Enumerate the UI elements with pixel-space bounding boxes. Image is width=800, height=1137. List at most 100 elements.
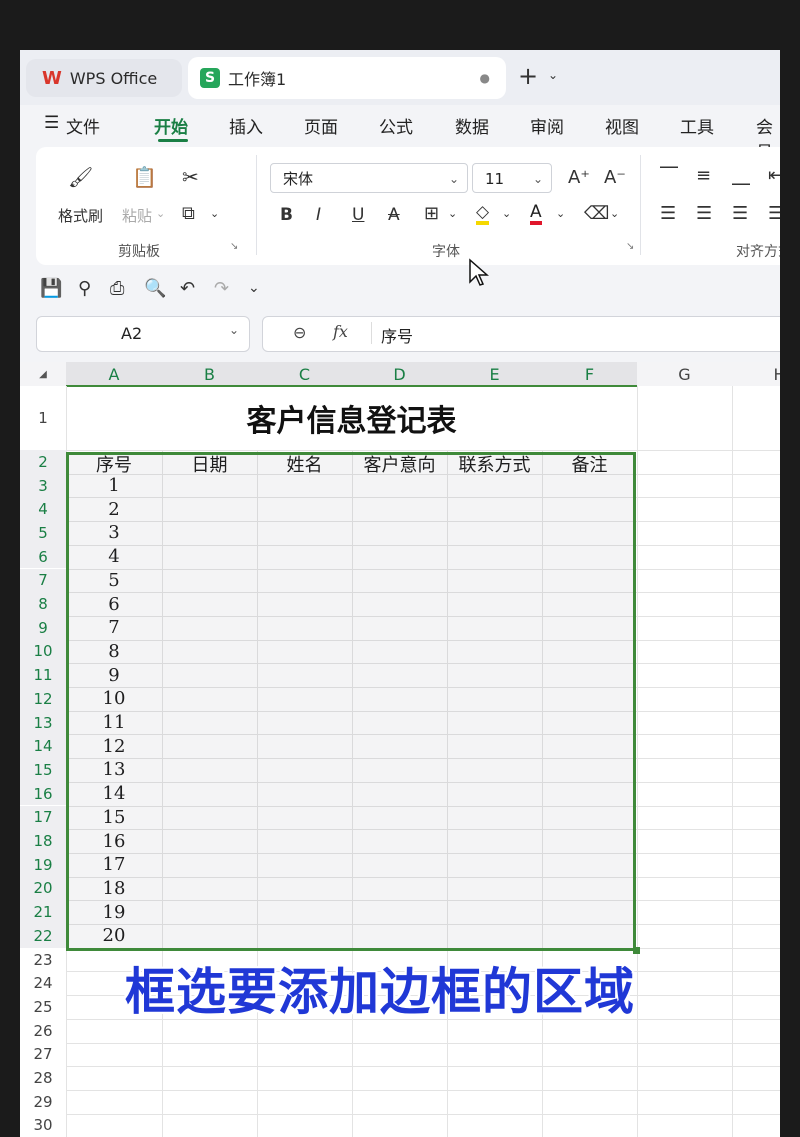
print-icon[interactable]: ⎙ bbox=[110, 278, 124, 299]
align-right-icon[interactable]: ☰ bbox=[732, 203, 748, 224]
chevron-down-icon[interactable]: ⌄ bbox=[556, 207, 565, 220]
row-header[interactable]: 30 bbox=[20, 1114, 66, 1137]
strikethrough-icon[interactable]: A bbox=[388, 205, 400, 225]
column-header-e[interactable]: E bbox=[447, 362, 542, 386]
spreadsheet-grid[interactable]: ◢ A B C D E F G H 1 2 3 4 5 6 7 8 9 10 11 12 13 14 15 1… bbox=[20, 362, 780, 1137]
column-header-f[interactable]: F bbox=[542, 362, 637, 386]
copy-chevron-icon[interactable]: ⌄ bbox=[210, 207, 219, 220]
font-launcher-icon[interactable]: ↘ bbox=[626, 241, 634, 252]
menu-formula[interactable]: 公式 bbox=[379, 113, 413, 138]
tab-workbook[interactable]: S 工作簿1 ● bbox=[188, 57, 506, 99]
format-painter-button[interactable]: 格式刷 bbox=[58, 205, 103, 226]
chevron-down-icon[interactable]: ⌄ bbox=[502, 207, 511, 220]
row-header[interactable]: 29 bbox=[20, 1090, 66, 1114]
column-header-d[interactable]: D bbox=[352, 362, 447, 386]
menu-insert[interactable]: 插入 bbox=[229, 113, 263, 138]
row-header[interactable]: 21 bbox=[20, 900, 66, 924]
row-header[interactable]: 19 bbox=[20, 852, 66, 877]
justify-icon[interactable]: ☰ bbox=[768, 203, 780, 224]
selection-range[interactable] bbox=[66, 452, 636, 951]
increase-font-icon[interactable]: A⁺ bbox=[568, 167, 590, 188]
column-header-a[interactable]: A bbox=[66, 362, 162, 386]
row-header[interactable]: 3 bbox=[20, 473, 66, 498]
print-preview-icon[interactable]: 🔍 bbox=[144, 278, 166, 299]
undo-icon[interactable]: ↶ bbox=[180, 278, 195, 299]
row-header[interactable]: 5 bbox=[20, 521, 66, 545]
borders-icon[interactable]: ⊞ bbox=[424, 203, 439, 224]
row-header[interactable]: 26 bbox=[20, 1019, 66, 1043]
row-header[interactable]: 8 bbox=[20, 592, 66, 616]
row-header[interactable]: 1 bbox=[20, 386, 66, 450]
new-tab-plus-icon[interactable]: + bbox=[518, 62, 538, 90]
format-painter-icon[interactable]: 🖌 bbox=[68, 165, 93, 189]
menu-view[interactable]: 视图 bbox=[605, 113, 639, 138]
align-bottom-icon[interactable]: ⎽ bbox=[732, 165, 750, 186]
align-center-icon[interactable]: ☰ bbox=[696, 203, 712, 224]
column-header-g[interactable]: G bbox=[637, 362, 732, 386]
paste-button[interactable]: 粘贴 bbox=[122, 205, 152, 226]
column-header-b[interactable]: B bbox=[162, 362, 257, 386]
row-header[interactable]: 2 bbox=[20, 450, 66, 474]
align-middle-icon[interactable]: ≡ bbox=[696, 165, 711, 186]
row-header[interactable]: 4 bbox=[20, 497, 66, 522]
decrease-font-icon[interactable]: A⁻ bbox=[604, 167, 626, 188]
menu-page[interactable]: 页面 bbox=[304, 113, 338, 138]
row-header[interactable]: 14 bbox=[20, 734, 66, 759]
bold-icon[interactable]: B bbox=[280, 205, 293, 225]
row-header[interactable]: 27 bbox=[20, 1043, 66, 1067]
font-name-select[interactable]: 宋体 ⌄ bbox=[270, 163, 468, 193]
save-icon[interactable]: 💾 bbox=[40, 278, 62, 299]
menu-home[interactable]: 开始 bbox=[154, 113, 188, 138]
name-box[interactable]: A2 ⌄ bbox=[36, 316, 250, 352]
column-header-h[interactable]: H bbox=[732, 362, 780, 386]
row-header[interactable]: 18 bbox=[20, 829, 66, 853]
chevron-down-icon[interactable]: ⌄ bbox=[448, 207, 457, 220]
row-header[interactable]: 10 bbox=[20, 639, 66, 664]
row-header[interactable]: 24 bbox=[20, 971, 66, 995]
chevron-down-icon[interactable]: ⌄ bbox=[610, 207, 619, 220]
sheet-title-cell[interactable]: 客户信息登记表 bbox=[66, 386, 637, 450]
paste-chevron-icon[interactable]: ⌄ bbox=[156, 207, 165, 220]
share-icon[interactable]: ⚲ bbox=[78, 278, 91, 299]
row-header[interactable]: 12 bbox=[20, 687, 66, 711]
font-color-icon[interactable]: A bbox=[530, 203, 542, 225]
eraser-icon[interactable]: ⌫ bbox=[584, 203, 609, 224]
fx-icon[interactable]: fx bbox=[333, 322, 348, 341]
column-header-c[interactable]: C bbox=[257, 362, 352, 386]
hamburger-icon[interactable]: ☰ bbox=[44, 113, 59, 133]
row-header[interactable]: 28 bbox=[20, 1066, 66, 1090]
row-header[interactable]: 7 bbox=[20, 568, 66, 593]
menu-tools[interactable]: 工具 bbox=[680, 113, 714, 138]
unsaved-dot-icon[interactable]: ● bbox=[480, 71, 490, 85]
row-header[interactable]: 13 bbox=[20, 710, 66, 735]
underline-icon[interactable]: U bbox=[352, 205, 364, 225]
row-header[interactable]: 20 bbox=[20, 876, 66, 901]
indent-icon[interactable]: ⇤ bbox=[768, 165, 780, 186]
menu-review[interactable]: 审阅 bbox=[530, 113, 564, 138]
align-top-icon[interactable]: ⎺ bbox=[660, 165, 678, 186]
row-header[interactable]: 25 bbox=[20, 995, 66, 1019]
row-header[interactable]: 17 bbox=[20, 805, 66, 830]
formula-bar[interactable]: ⊖ fx 序号 bbox=[262, 316, 780, 352]
zoom-search-icon[interactable]: ⊖ bbox=[293, 323, 306, 342]
paste-icon[interactable]: 📋 bbox=[132, 165, 157, 189]
row-header[interactable]: 6 bbox=[20, 544, 66, 569]
menu-file[interactable]: 文件 bbox=[66, 113, 100, 138]
align-left-icon[interactable]: ☰ bbox=[660, 203, 676, 224]
row-header[interactable]: 15 bbox=[20, 758, 66, 782]
row-header[interactable]: 9 bbox=[20, 615, 66, 640]
row-header[interactable]: 22 bbox=[20, 924, 66, 948]
chevron-down-icon[interactable]: ⌄ bbox=[229, 323, 239, 337]
menu-data[interactable]: 数据 bbox=[455, 113, 489, 138]
tab-wps-office[interactable]: W WPS Office bbox=[26, 59, 182, 97]
copy-icon[interactable]: ⧉ bbox=[182, 203, 195, 224]
cut-icon[interactable]: ✂ bbox=[182, 165, 199, 189]
font-size-select[interactable]: 11 ⌄ bbox=[472, 163, 552, 193]
fill-color-icon[interactable]: ◇ bbox=[476, 203, 490, 225]
italic-icon[interactable]: I bbox=[316, 205, 321, 225]
row-header[interactable]: 11 bbox=[20, 663, 66, 687]
select-all-icon[interactable]: ◢ bbox=[20, 362, 66, 386]
chevron-down-icon[interactable]: ⌄ bbox=[548, 68, 558, 82]
row-header[interactable]: 16 bbox=[20, 781, 66, 806]
customize-chevron-icon[interactable]: ⌄ bbox=[248, 280, 260, 296]
